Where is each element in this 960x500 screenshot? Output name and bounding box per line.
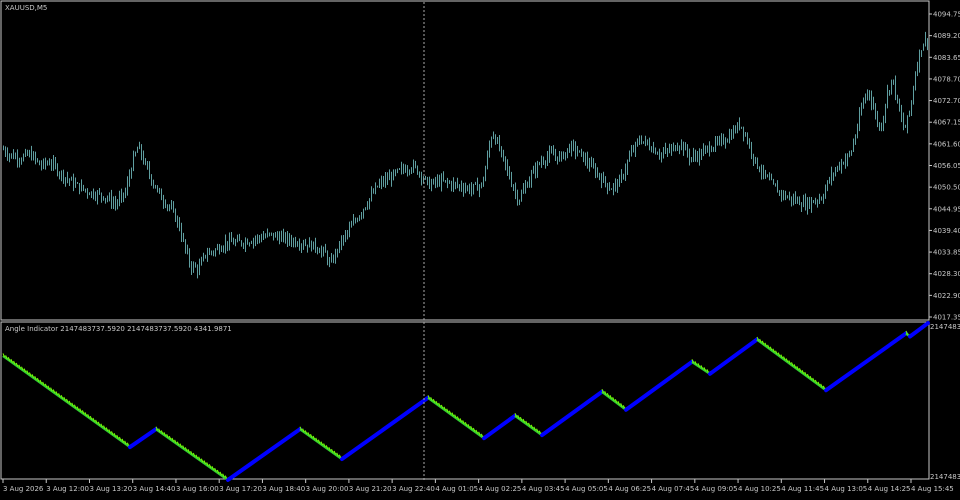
trading-chart-window[interactable]: XAUUSD,M5 Angle Indicator 2147483737.592…: [0, 0, 960, 496]
time-tick-label: 4 Aug 01:05: [435, 485, 478, 493]
time-tick-label: 4 Aug 07:45: [652, 485, 695, 493]
price-tick-label: 4072.70: [933, 97, 960, 105]
time-tick-label: 4 Aug 11:45: [781, 485, 824, 493]
chart-background: [0, 0, 960, 496]
time-tick-label: 4 Aug 09:05: [695, 485, 738, 493]
time-tick-label: 3 Aug 20:00: [306, 485, 349, 493]
chart-canvas[interactable]: XAUUSD,M5 Angle Indicator 2147483737.592…: [0, 0, 960, 496]
price-tick-label: 4056.05: [933, 162, 960, 170]
price-tick-label: 4094.75: [933, 11, 960, 19]
price-tick-label: 4039.40: [933, 227, 960, 235]
time-tick-label: 4 Aug 06:25: [608, 485, 651, 493]
time-tick-label: 3 Aug 21:20: [349, 485, 392, 493]
time-tick-label: 4 Aug 13:05: [825, 485, 868, 493]
price-tick-label: 4078.70: [933, 75, 960, 83]
time-tick-label: 4 Aug 14:25: [868, 485, 911, 493]
price-tick-label: 4089.20: [933, 32, 960, 40]
price-axis: 4094.75 4089.20 4083.65 4078.70 4072.70 4067.…: [929, 11, 960, 322]
indicator-label: Angle Indicator 2147483737.5920 21474837…: [5, 325, 232, 333]
price-tick-label: 4022.90: [933, 292, 960, 300]
indicator-bottom-label: 2147483737: [930, 473, 960, 481]
time-tick-label: 4 Aug 15:45: [911, 485, 954, 493]
symbol-label: XAUUSD,M5: [5, 4, 47, 12]
time-tick-label: 3 Aug 14:40: [133, 485, 176, 493]
time-tick-label: 4 Aug 05:05: [565, 485, 608, 493]
price-tick-label: 4067.15: [933, 119, 960, 127]
price-tick-label: 4017.35: [933, 314, 960, 322]
price-tick-label: 4061.60: [933, 140, 960, 148]
indicator-top-label: 2147483737: [930, 323, 960, 331]
price-tick-label: 4028.30: [933, 270, 960, 278]
price-tick-label: 4050.50: [933, 184, 960, 192]
price-tick-label: 4044.95: [933, 205, 960, 213]
time-tick-label: 3 Aug 13:20: [89, 485, 132, 493]
time-tick-label: 4 Aug 02:25: [479, 485, 522, 493]
time-tick-label: 4 Aug 10:25: [738, 485, 781, 493]
time-tick-label: 3 Aug 2026: [3, 485, 44, 493]
time-tick-label: 3 Aug 18:40: [262, 485, 305, 493]
time-tick-label: 3 Aug 22:40: [392, 485, 435, 493]
time-tick-label: 4 Aug 03:45: [522, 485, 565, 493]
time-tick-label: 3 Aug 16:00: [176, 485, 219, 493]
price-tick-label: 4033.85: [933, 249, 960, 257]
time-tick-label: 3 Aug 17:20: [219, 485, 262, 493]
price-tick-label: 4083.65: [933, 54, 960, 62]
time-tick-label: 3 Aug 12:00: [46, 485, 89, 493]
